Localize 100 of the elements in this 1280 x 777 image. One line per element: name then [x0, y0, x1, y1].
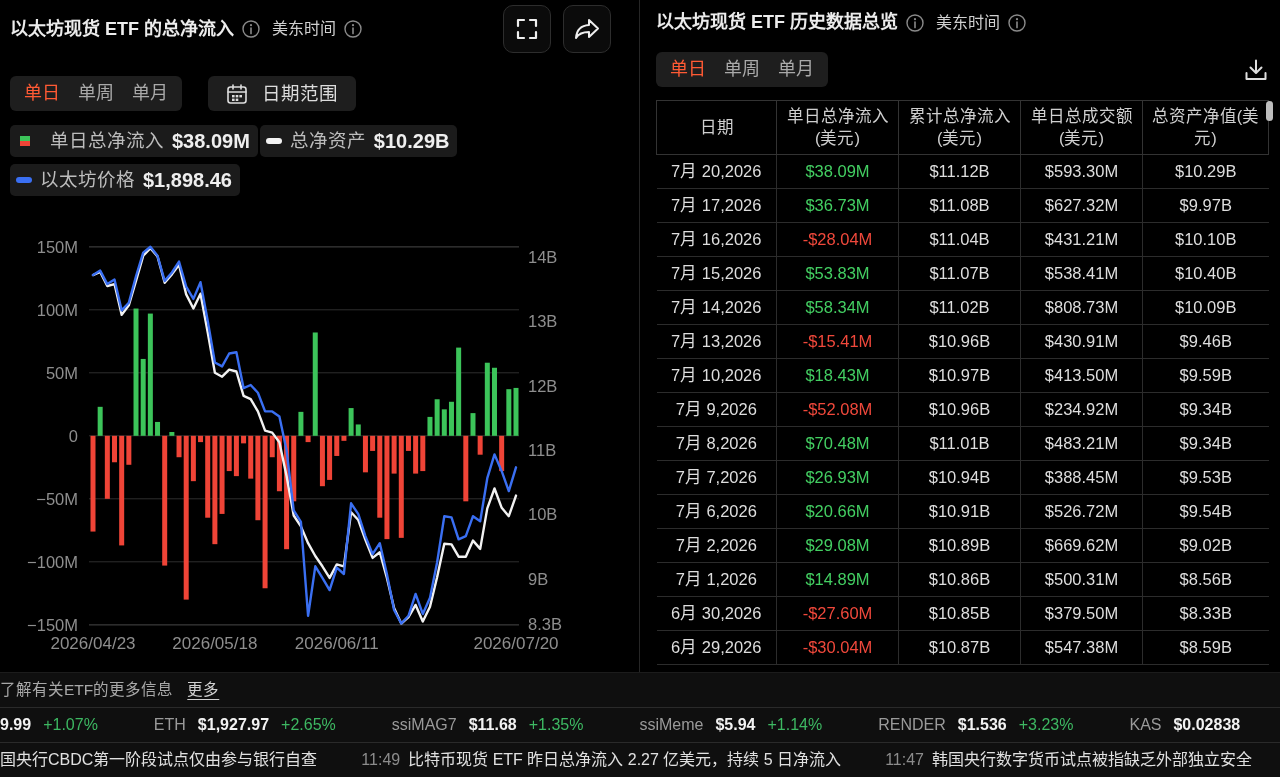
share-icon	[574, 18, 600, 40]
fullscreen-button[interactable]	[503, 5, 551, 53]
table-cell: $10.29B	[1142, 154, 1269, 189]
ticker-symbol[interactable]: KAS	[1129, 713, 1162, 737]
ticker-symbol[interactable]: ssiMeme	[639, 713, 704, 737]
table-cell: 7月 20,2026	[656, 154, 777, 189]
info-icon[interactable]	[906, 13, 924, 32]
table-cell: $38.09M	[776, 154, 899, 189]
table-cell: $500.31M	[1020, 562, 1143, 597]
more-link[interactable]: 更多	[187, 678, 220, 702]
info-icon[interactable]	[242, 20, 260, 38]
column-header: 单日总成交额(美元)	[1020, 100, 1143, 155]
table-cell: 7月 16,2026	[656, 222, 777, 257]
table-cell: 7月 8,2026	[656, 426, 777, 461]
axis-label: 100M	[36, 300, 78, 319]
axis-label: 2026/06/11	[294, 634, 379, 653]
timezone-label: 美东时间	[272, 19, 336, 39]
period-tab[interactable]: 单月	[769, 52, 823, 87]
table-cell: $808.73M	[1020, 290, 1143, 325]
news-headline[interactable]: 国央行CBDC第一阶段试点仅由参与银行自查	[0, 748, 318, 772]
table-cell: $10.91B	[898, 494, 1021, 529]
fullscreen-icon	[516, 18, 538, 40]
table-cell: $234.92M	[1020, 392, 1143, 427]
axis-label: −100M	[27, 552, 78, 571]
table-cell: $10.89B	[898, 528, 1021, 563]
table-cell: 7月 7,2026	[656, 460, 777, 495]
period-tab[interactable]: 单周	[69, 76, 123, 111]
period-tab[interactable]: 单日	[15, 76, 69, 111]
news-headline[interactable]: 韩国央行数字货币试点被指缺乏外部独立安全	[932, 748, 1252, 772]
column-header: 单日总净流入(美元)	[776, 100, 899, 155]
table-cell: $431.21M	[1020, 222, 1143, 257]
table-cell: $11.08B	[898, 188, 1021, 223]
axis-label: −150M	[27, 615, 78, 634]
column-header: 日期	[656, 100, 777, 155]
table-cell: 6月 30,2026	[656, 596, 777, 631]
table-cell: 7月 17,2026	[656, 188, 777, 223]
news-time: 11:47	[885, 750, 924, 770]
period-tab[interactable]: 单月	[123, 76, 177, 111]
calendar-icon	[226, 82, 248, 105]
ticker-change: +1.07%	[43, 715, 98, 735]
table-cell: 7月 1,2026	[656, 562, 777, 597]
ticker-price: $0.02838	[1173, 715, 1241, 735]
info-icon[interactable]	[344, 20, 362, 38]
table-cell: $669.62M	[1020, 528, 1143, 563]
table-cell: $10.85B	[898, 596, 1021, 631]
table-cell: -$15.41M	[776, 324, 899, 359]
table-cell: $11.12B	[898, 154, 1021, 189]
info-text: 了解有关ETF的更多信息	[0, 680, 174, 701]
table-cell: $483.21M	[1020, 426, 1143, 461]
axis-label: 10B	[528, 505, 558, 524]
table-cell: 7月 15,2026	[656, 256, 777, 291]
table-cell: $10.86B	[898, 562, 1021, 597]
table-cell: $10.94B	[898, 460, 1021, 495]
info-icon[interactable]	[1008, 13, 1026, 32]
table-cell: $11.04B	[898, 222, 1021, 257]
date-range-button[interactable]: 日期范围	[208, 76, 356, 111]
ticker-change: +3.23%	[1018, 715, 1074, 735]
table-cell: $9.34B	[1142, 426, 1269, 461]
ticker-price: $5.94	[715, 715, 756, 735]
table-cell: -$52.08M	[776, 392, 899, 427]
table-cell: $538.41M	[1020, 256, 1143, 291]
table-cell: 7月 13,2026	[656, 324, 777, 359]
column-header: 累计总净流入(美元)	[898, 100, 1021, 155]
ticker-price: $1,927.97	[197, 715, 270, 735]
ticker-change: +1.14%	[767, 715, 823, 735]
axis-label: 13B	[528, 312, 558, 331]
table-cell: 7月 6,2026	[656, 494, 777, 529]
scrollbar-thumb[interactable]	[1266, 101, 1273, 121]
ticker-price: 9.99	[0, 715, 32, 735]
axis-label: 0	[68, 426, 78, 445]
ticker-symbol[interactable]: ssiMAG7	[391, 713, 457, 737]
period-tab[interactable]: 单周	[715, 52, 769, 87]
table-cell: $9.02B	[1142, 528, 1269, 563]
table-cell: $547.38M	[1020, 630, 1143, 665]
legend-label: 以太坊价格	[40, 168, 135, 193]
panel-title: 以太坊现货 ETF 的总净流入	[10, 17, 234, 41]
axis-label: 2026/05/18	[172, 634, 258, 653]
download-button[interactable]	[1244, 57, 1268, 82]
table-cell: -$28.04M	[776, 222, 899, 257]
period-tab[interactable]: 单日	[661, 52, 715, 87]
axis-label: 12B	[528, 376, 558, 395]
share-button[interactable]	[563, 5, 611, 53]
axis-label: 11B	[528, 440, 557, 459]
table-cell: $526.72M	[1020, 494, 1143, 529]
news-headline[interactable]: 比特币现货 ETF 昨日总净流入 2.27 亿美元，持续 5 日净流入	[408, 748, 842, 772]
table-cell: $9.59B	[1142, 358, 1269, 393]
ticker-symbol[interactable]: ETH	[153, 713, 186, 737]
ticker-change: +2.65%	[281, 715, 336, 735]
table-cell: $20.66M	[776, 494, 899, 529]
axis-label: 9B	[528, 569, 549, 588]
axis-label: 150M	[36, 237, 78, 256]
table-cell: 7月 9,2026	[656, 392, 777, 427]
ticker-price: $1.536	[957, 715, 1007, 735]
table-cell: $388.45M	[1020, 460, 1143, 495]
table-cell: $627.32M	[1020, 188, 1143, 223]
table-cell: -$27.60M	[776, 596, 899, 631]
table-cell: $413.50M	[1020, 358, 1143, 393]
axis-label: 14B	[528, 248, 558, 267]
ticker-symbol[interactable]: RENDER	[878, 713, 946, 737]
table-cell: $10.40B	[1142, 256, 1269, 291]
